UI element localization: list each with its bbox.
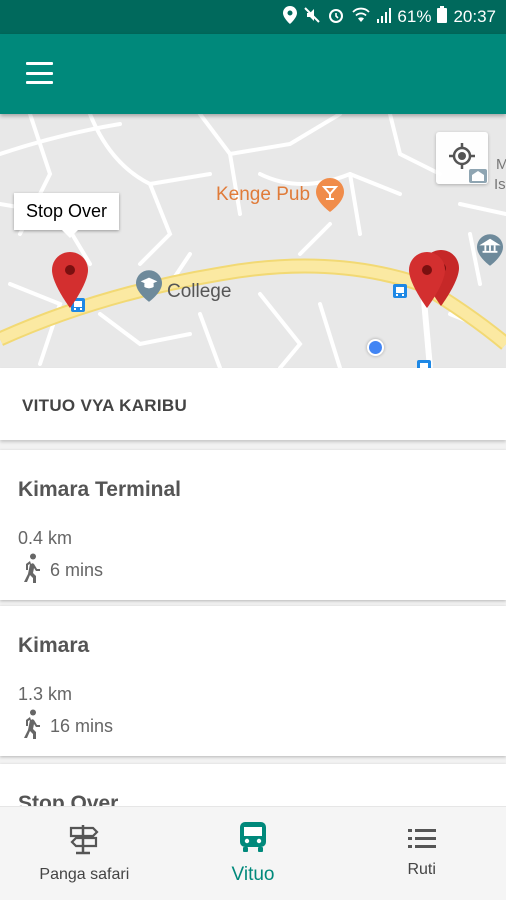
section-title: VITUO VYA KARIBU (22, 396, 188, 415)
stop-card[interactable]: Kimara 1.3 km 16 mins (0, 606, 506, 756)
nav-panga-safari[interactable]: Panga safari (0, 807, 169, 900)
stop-marker-icon[interactable] (409, 252, 445, 308)
bus-icon (239, 821, 267, 858)
bus-stop-icon[interactable] (417, 360, 431, 368)
status-bar: 61% 20:37 (0, 0, 506, 34)
stop-name: Kimara Terminal (18, 478, 182, 501)
map-view[interactable]: Kenge Pub College M Is Stop Over (0, 114, 506, 368)
signpost-icon (66, 823, 102, 860)
place-icon (468, 166, 488, 191)
battery-percent: 61% (397, 7, 432, 26)
stop-distance: 1.3 km (18, 684, 73, 704)
partial-label-1: M (496, 156, 506, 173)
stop-distance: 0.4 km (18, 528, 73, 548)
signal-icon (377, 7, 392, 28)
school-poi-icon[interactable] (136, 270, 162, 307)
stop-marker-icon[interactable] (52, 252, 88, 308)
partial-label-2: Is (494, 176, 506, 193)
section-header: VITUO VYA KARIBU (0, 368, 506, 440)
college-label: College (167, 281, 232, 302)
walk-time: 16 mins (50, 716, 114, 736)
nav-label: Vituo (231, 864, 275, 885)
walk-time-row: 6 mins (22, 553, 103, 588)
menu-icon[interactable] (26, 62, 53, 84)
walking-icon (22, 553, 42, 588)
wifi-icon (351, 7, 371, 28)
location-icon (283, 5, 298, 29)
alarm-icon (327, 6, 345, 29)
stop-card[interactable]: Kimara Terminal 0.4 km 6 mins (0, 450, 506, 600)
marker-info-window[interactable]: Stop Over (14, 193, 120, 238)
bus-stop-icon[interactable] (393, 284, 407, 303)
walk-time: 6 mins (50, 560, 104, 580)
bottom-navigation: Panga safari Vituo Ruti (0, 806, 506, 900)
nav-label: Ruti (407, 861, 436, 878)
info-window-title: Stop Over (26, 201, 108, 221)
nav-label: Panga safari (39, 866, 130, 883)
battery-icon (437, 6, 448, 28)
bar-poi-icon[interactable] (316, 178, 344, 217)
nav-ruti[interactable]: Ruti (337, 807, 506, 900)
app-bar (0, 34, 506, 114)
list-icon (407, 828, 436, 855)
walking-icon (22, 709, 42, 744)
kenge-pub-label: Kenge Pub (216, 184, 311, 205)
stop-name: Kimara (18, 634, 90, 657)
mute-icon (303, 6, 321, 29)
museum-poi-icon[interactable] (477, 234, 503, 271)
user-location-dot (367, 339, 384, 356)
clock: 20:37 (453, 7, 496, 26)
nav-vituo[interactable]: Vituo (169, 807, 338, 900)
map-streets (0, 114, 506, 368)
walk-time-row: 16 mins (22, 709, 113, 744)
